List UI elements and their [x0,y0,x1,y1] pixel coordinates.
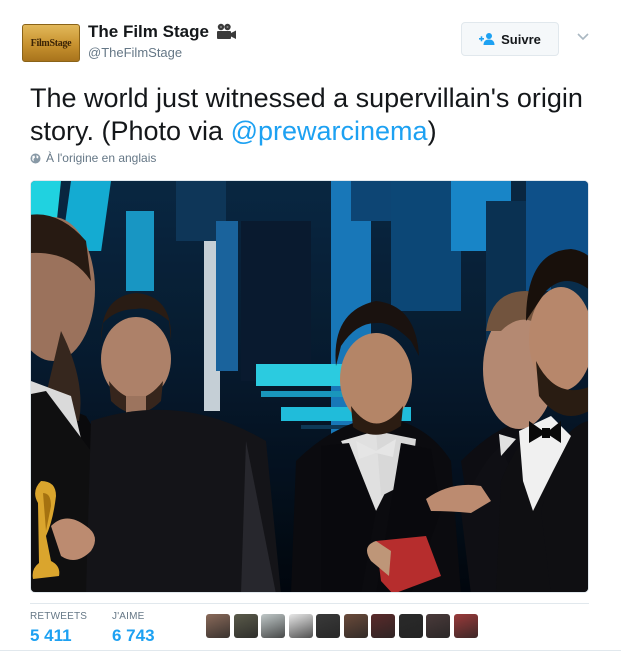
chevron-down-icon[interactable] [576,32,590,42]
translation-note-label: À l'origine en anglais [46,151,157,165]
liker-avatar[interactable] [206,614,230,638]
movie-camera-icon [216,23,236,39]
liker-avatar[interactable] [261,614,285,638]
likes-label: J'AIME [112,611,145,622]
liker-avatar[interactable] [398,614,423,638]
stats-divider [30,603,589,604]
liker-avatar[interactable] [343,614,368,638]
liker-avatar[interactable] [426,614,450,638]
retweets-label: RETWEETS [30,611,88,622]
tweet-text: The world just witnessed a supervillain'… [30,82,590,148]
author-name-row[interactable]: The Film Stage [88,22,237,42]
oscars-stage-photo [31,181,588,592]
translation-note[interactable]: À l'origine en anglais [30,151,156,165]
tweet-photo[interactable] [30,180,589,593]
liker-avatar[interactable] [316,614,340,638]
liker-avatar[interactable] [288,614,313,638]
retweets-stat[interactable]: RETWEETS 5 411 [30,611,87,646]
mention-link[interactable]: @prewarcinema [231,116,428,146]
avatar-logo-text: FilmStage [30,37,72,49]
liker-avatar[interactable] [453,614,478,638]
tweet-header: FilmStage The Film Stage @TheFilmStage S… [22,18,602,68]
avatar[interactable]: FilmStage [22,24,80,62]
bottom-divider [0,650,621,651]
tweet-text-end: ) [427,116,437,146]
globe-icon [30,153,41,163]
likes-count[interactable]: 6 743 [112,626,155,646]
follow-user-icon [479,33,495,45]
likes-stat[interactable]: J'AIME 6 743 [112,611,155,646]
liker-avatars [206,614,481,638]
author-handle[interactable]: @TheFilmStage [88,45,182,60]
follow-button-label: Suivre [501,31,541,47]
follow-button[interactable]: Suivre [461,22,559,56]
retweets-count[interactable]: 5 411 [30,626,87,646]
liker-avatar[interactable] [233,614,258,638]
liker-avatar[interactable] [371,614,395,638]
author-display-name[interactable]: The Film Stage [88,22,209,42]
